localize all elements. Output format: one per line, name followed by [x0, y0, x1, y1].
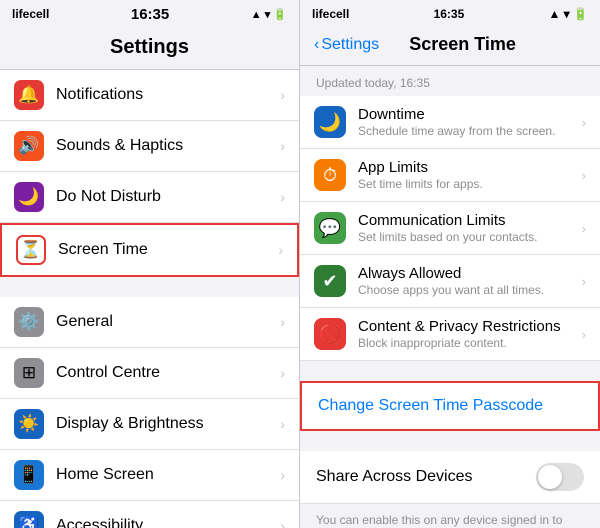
applimits-title: App Limits — [358, 159, 582, 176]
alwaysallowed-chevron: › — [582, 274, 586, 289]
homescreen-icon: 📱 — [14, 460, 44, 490]
sidebar-item-screentime[interactable]: ⏳ Screen Time › — [0, 223, 299, 277]
screentime-chevron: › — [278, 242, 283, 258]
contentprivacy-subtitle: Block inappropriate content. — [358, 336, 582, 350]
sidebar-item-accessibility[interactable]: ♿ Accessibility › — [0, 501, 299, 528]
share-desc: You can enable this on any device signed… — [300, 504, 600, 528]
right-carrier: lifecell — [312, 7, 349, 21]
notifications-label: Notifications — [56, 86, 280, 104]
general-icon: ⚙️ — [14, 307, 44, 337]
applimits-text: App Limits Set time limits for apps. — [358, 159, 582, 191]
share-label: Share Across Devices — [316, 468, 536, 486]
updated-label: Updated today, 16:35 — [300, 66, 600, 96]
settings-spacer — [0, 277, 299, 297]
downtime-text: Downtime Schedule time away from the scr… — [358, 106, 582, 138]
screen-time-list: Updated today, 16:35 🌙 Downtime Schedule… — [300, 66, 600, 528]
sounds-icon: 🔊 — [14, 131, 44, 161]
homescreen-chevron: › — [280, 467, 285, 483]
left-carrier: lifecell — [12, 7, 49, 21]
general-chevron: › — [280, 314, 285, 330]
left-nav-title: Settings — [0, 28, 299, 70]
accessibility-label: Accessibility — [56, 517, 280, 528]
downtime-icon: 🌙 — [314, 106, 346, 138]
left-status-icons: ▲ ▾ 🔋 — [251, 8, 287, 21]
change-passcode-wrap: Change Screen Time Passcode — [300, 381, 600, 431]
sidebar-item-notifications[interactable]: 🔔 Notifications › — [0, 70, 299, 121]
share-row: Share Across Devices — [300, 451, 600, 504]
general-label: General — [56, 313, 280, 331]
st-spacer-2 — [300, 431, 600, 451]
st-item-applimits[interactable]: ⏱ App Limits Set time limits for apps. › — [300, 149, 600, 202]
applimits-chevron: › — [582, 168, 586, 183]
sidebar-item-dnd[interactable]: 🌙 Do Not Disturb › — [0, 172, 299, 223]
settings-list: 🔔 Notifications › 🔊 Sounds & Haptics › 🌙… — [0, 70, 299, 528]
downtime-chevron: › — [582, 115, 586, 130]
sidebar-item-general[interactable]: ⚙️ General › — [0, 297, 299, 348]
contentprivacy-chevron: › — [582, 327, 586, 342]
homescreen-label: Home Screen — [56, 466, 280, 484]
toggle-knob — [538, 465, 562, 489]
communicationlimits-title: Communication Limits — [358, 212, 582, 229]
right-status-bar: lifecell 16:35 ▲ ▾ 🔋 — [300, 0, 600, 28]
settings-group-2: ⚙️ General › ⊞ Control Centre › ☀️ Displ… — [0, 297, 299, 528]
back-button[interactable]: ‹ Settings — [314, 36, 379, 54]
accessibility-chevron: › — [280, 518, 285, 528]
dnd-chevron: › — [280, 189, 285, 205]
display-chevron: › — [280, 416, 285, 432]
st-section-main: 🌙 Downtime Schedule time away from the s… — [300, 96, 600, 361]
share-toggle[interactable] — [536, 463, 584, 491]
alwaysallowed-subtitle: Choose apps you want at all times. — [358, 283, 582, 297]
contentprivacy-text: Content & Privacy Restrictions Block ina… — [358, 318, 582, 350]
right-nav-title: Screen Time — [379, 34, 546, 55]
back-chevron-icon: ‹ — [314, 36, 319, 54]
dnd-label: Do Not Disturb — [56, 188, 280, 206]
alwaysallowed-text: Always Allowed Choose apps you want at a… — [358, 265, 582, 297]
display-label: Display & Brightness — [56, 415, 280, 433]
st-item-downtime[interactable]: 🌙 Downtime Schedule time away from the s… — [300, 96, 600, 149]
back-label: Settings — [321, 36, 379, 54]
sidebar-item-homescreen[interactable]: 📱 Home Screen › — [0, 450, 299, 501]
right-nav-header: ‹ Settings Screen Time — [300, 28, 600, 66]
sidebar-item-display[interactable]: ☀️ Display & Brightness › — [0, 399, 299, 450]
sidebar-item-controlcentre[interactable]: ⊞ Control Centre › — [0, 348, 299, 399]
applimits-icon: ⏱ — [314, 159, 346, 191]
sounds-label: Sounds & Haptics — [56, 137, 280, 155]
right-panel: lifecell 16:35 ▲ ▾ 🔋 ‹ Settings Screen T… — [300, 0, 600, 528]
downtime-title: Downtime — [358, 106, 582, 123]
st-item-communicationlimits[interactable]: 💬 Communication Limits Set limits based … — [300, 202, 600, 255]
communicationlimits-subtitle: Set limits based on your contacts. — [358, 230, 582, 244]
screentime-label: Screen Time — [58, 241, 278, 259]
applimits-subtitle: Set time limits for apps. — [358, 177, 582, 191]
communicationlimits-text: Communication Limits Set limits based on… — [358, 212, 582, 244]
notifications-chevron: › — [280, 87, 285, 103]
left-time: 16:35 — [131, 6, 169, 23]
right-time: 16:35 — [434, 7, 465, 21]
st-item-contentprivacy[interactable]: 🚫 Content & Privacy Restrictions Block i… — [300, 308, 600, 361]
notifications-icon: 🔔 — [14, 80, 44, 110]
sounds-chevron: › — [280, 138, 285, 154]
left-panel: lifecell 16:35 ▲ ▾ 🔋 Settings 🔔 Notifica… — [0, 0, 300, 528]
share-section: Share Across Devices — [300, 451, 600, 504]
accessibility-icon: ♿ — [14, 511, 44, 528]
st-spacer-1 — [300, 361, 600, 381]
alwaysallowed-title: Always Allowed — [358, 265, 582, 282]
contentprivacy-title: Content & Privacy Restrictions — [358, 318, 582, 335]
communicationlimits-chevron: › — [582, 221, 586, 236]
display-icon: ☀️ — [14, 409, 44, 439]
sidebar-item-sounds[interactable]: 🔊 Sounds & Haptics › — [0, 121, 299, 172]
communicationlimits-icon: 💬 — [314, 212, 346, 244]
right-status-icons: ▲ ▾ 🔋 — [548, 7, 588, 21]
downtime-subtitle: Schedule time away from the screen. — [358, 124, 582, 138]
controlcentre-icon: ⊞ — [14, 358, 44, 388]
st-item-alwaysallowed[interactable]: ✔ Always Allowed Choose apps you want at… — [300, 255, 600, 308]
screentime-icon: ⏳ — [16, 235, 46, 265]
contentprivacy-icon: 🚫 — [314, 318, 346, 350]
settings-group-1: 🔔 Notifications › 🔊 Sounds & Haptics › 🌙… — [0, 70, 299, 277]
left-status-bar: lifecell 16:35 ▲ ▾ 🔋 — [0, 0, 299, 28]
dnd-icon: 🌙 — [14, 182, 44, 212]
alwaysallowed-icon: ✔ — [314, 265, 346, 297]
controlcentre-label: Control Centre — [56, 364, 280, 382]
change-passcode-button[interactable]: Change Screen Time Passcode — [300, 381, 600, 431]
controlcentre-chevron: › — [280, 365, 285, 381]
